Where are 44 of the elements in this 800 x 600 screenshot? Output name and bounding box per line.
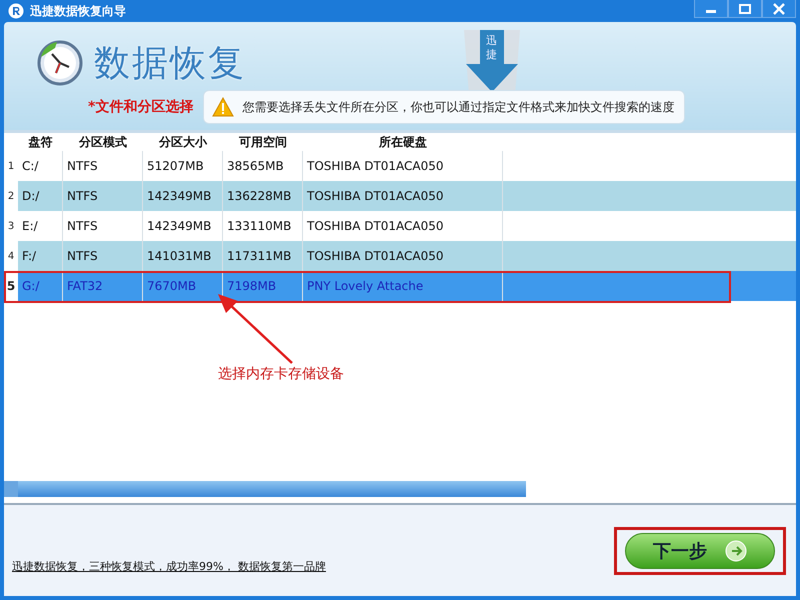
table-cell: F:/	[18, 241, 63, 271]
table-cell: G:/	[18, 271, 63, 301]
hint-text: 您需要选择丢失文件所在分区，你也可以通过指定文件格式来加快文件搜索的速度	[242, 98, 674, 116]
app-logo-icon	[8, 3, 24, 19]
close-button[interactable]	[762, 0, 796, 18]
column-header[interactable]: 分区大小	[143, 134, 223, 150]
table-cell: TOSHIBA DT01ACA050	[303, 181, 503, 211]
table-cell: PNY Lovely Attache	[303, 271, 503, 301]
column-header[interactable]: 分区模式	[63, 134, 143, 150]
table-cell: D:/	[18, 181, 63, 211]
table-cell: NTFS	[63, 181, 143, 211]
maximize-icon	[738, 2, 752, 14]
promo-link[interactable]: 迅捷数据恢复，三种恢复模式，成功率99%， 数据恢复第一品牌	[12, 559, 326, 574]
table-cell: 7670MB	[143, 271, 223, 301]
table-row[interactable]: 2 D:/ NTFS 142349MB 136228MB TOSHIBA DT01ACA050	[4, 181, 796, 211]
table-row[interactable]: 5 G:/ FAT32 7670MB 7198MB PNY Lovely Attache	[4, 271, 796, 301]
next-button[interactable]: 下一步	[625, 532, 775, 568]
annotation-text: 选择内存卡存储设备	[218, 365, 344, 383]
column-header[interactable]: 盘符	[18, 134, 63, 150]
table-cell: 136228MB	[223, 181, 303, 211]
table-cell: 7198MB	[223, 271, 303, 301]
window-title: 迅捷数据恢复向导	[30, 2, 126, 20]
table-cell: NTFS	[63, 241, 143, 271]
column-header[interactable]: 所在硬盘	[303, 134, 503, 150]
step-label: *文件和分区选择	[88, 98, 194, 116]
banner-title: 数据恢复	[94, 42, 246, 86]
minimize-button[interactable]	[694, 0, 728, 18]
emblem-char: 捷	[486, 48, 497, 62]
table-row[interactable]: 1 C:/ NTFS 51207MB 38565MB TOSHIBA DT01ACA050	[4, 151, 796, 181]
column-header[interactable]: 可用空间	[223, 134, 303, 150]
table-row[interactable]: 4 F:/ NTFS 141031MB 117311MB TOSHIBA DT01ACA050	[4, 241, 796, 271]
table-cell: 117311MB	[223, 241, 303, 271]
close-icon	[772, 2, 786, 14]
table-cell: FAT32	[63, 271, 143, 301]
emblem-char: 迅	[486, 34, 497, 48]
table-cell: TOSHIBA DT01ACA050	[303, 241, 503, 271]
table-row[interactable]: 3 E:/ NTFS 142349MB 133110MB TOSHIBA DT01ACA050	[4, 211, 796, 241]
table-cell: 141031MB	[143, 241, 223, 271]
arrow-circle-icon	[725, 540, 747, 562]
table-cell: 142349MB	[143, 181, 223, 211]
minimize-icon	[706, 10, 716, 13]
maximize-button[interactable]	[728, 0, 762, 18]
warning-icon	[212, 97, 234, 117]
clock-icon	[36, 39, 84, 87]
